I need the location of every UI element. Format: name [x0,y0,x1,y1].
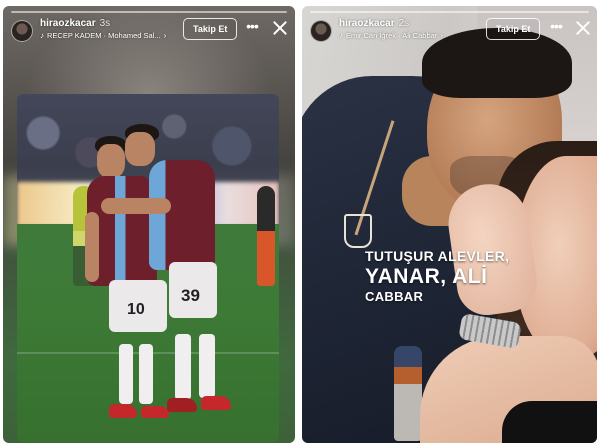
caption-line-1: TUTUŞUR ALEVLER, [365,248,510,264]
story-header-username[interactable]: hiraozkacar 2s [339,18,409,29]
player-sock [199,334,215,398]
player-boot [109,404,137,418]
player-boot [141,406,169,418]
player-sock [175,334,191,400]
player-sock [139,344,153,404]
chevron-right-icon: › [163,31,167,40]
background-player [257,186,275,286]
close-icon[interactable] [273,21,287,35]
music-icon: ♪ [40,31,44,40]
caption-line-2: YANAR, ALİ [365,265,488,288]
follow-button[interactable]: Takip Et [183,18,238,40]
player-boot [167,398,197,412]
story-time: 2s [398,18,410,29]
avatar[interactable] [310,20,332,42]
story-panel-right[interactable]: TUTUŞUR ALEVLER, YANAR, ALİ CABBAR hirao… [302,6,597,443]
close-icon[interactable] [576,21,590,35]
username[interactable]: hiraozkacar [339,18,395,29]
username[interactable]: hiraozkacar [40,18,96,29]
caption-line-3: CABBAR [365,289,424,304]
player-boot [201,396,231,410]
player-sock [119,344,133,404]
player-jersey [149,160,215,270]
woman-shirt [502,401,597,443]
story-progress-bar [310,11,589,13]
player-arm [85,212,99,282]
football-photo: 10 39 [17,94,279,442]
player-arm [101,198,171,214]
shorts-number: 39 [181,286,200,305]
chevron-right-icon: › [440,31,443,40]
more-options-icon[interactable]: ••• [548,19,564,36]
story-header-username[interactable]: hiraozkacar 3s [40,18,110,29]
story-progress-bar [11,11,287,13]
player-face [125,132,155,166]
music-label: RECEP KADEM · Mohamed Sal... [47,31,161,40]
avatar[interactable] [11,20,33,42]
water-bottle [394,346,422,441]
story-caption: TUTUŞUR ALEVLER, YANAR, ALİ CABBAR [365,249,509,303]
shorts-number: 10 [127,301,145,318]
follow-button[interactable]: Takip Et [486,18,541,40]
music-icon: ♪ [339,31,343,40]
player-face [97,144,125,178]
music-attribution[interactable]: ♪ Emir Can İğrek · Ali Cabbar › [339,31,443,40]
music-attribution[interactable]: ♪ RECEP KADEM · Mohamed Sal... › [40,31,166,40]
club-crest [344,214,372,248]
more-options-icon[interactable]: ••• [244,19,260,36]
music-label: Emir Can İğrek · Ali Cabbar [346,31,438,40]
story-time: 3s [99,18,111,29]
story-panel-left[interactable]: 10 39 hiraozkacar 3s ♪ RECEP KADEM · Moham… [3,6,295,443]
